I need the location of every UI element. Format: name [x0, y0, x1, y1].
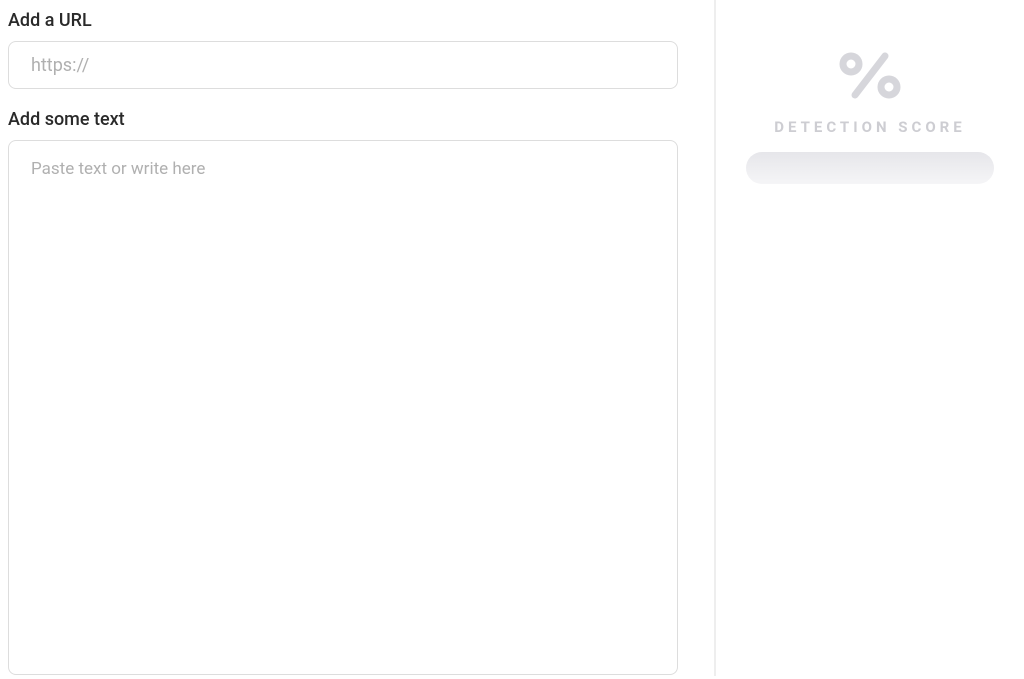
main-input-panel: Add a URL Add some text [0, 0, 716, 676]
score-progress-bar [746, 152, 994, 184]
url-label: Add a URL [8, 10, 706, 31]
detection-score-panel: DETECTION SCORE [716, 0, 1024, 676]
text-label: Add some text [8, 109, 706, 130]
url-input[interactable] [8, 41, 678, 89]
text-input-area[interactable] [8, 140, 678, 675]
percent-icon [835, 50, 905, 100]
detection-score-title: DETECTION SCORE [774, 118, 965, 136]
